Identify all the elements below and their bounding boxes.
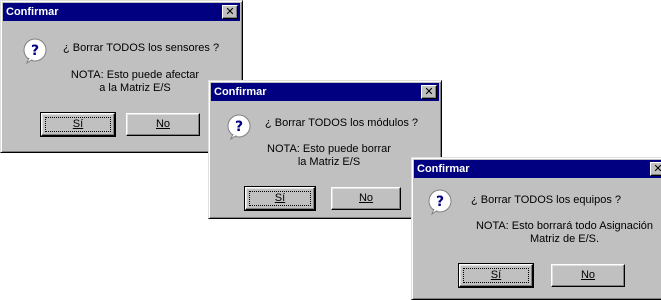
dialog-title: Confirmar [6,6,59,18]
dialog-titlebar[interactable]: Confirmar ✕ [211,83,439,101]
question-icon: ? [428,189,452,216]
question-icon: ? [227,114,251,141]
svg-text:?: ? [436,194,444,210]
svg-text:?: ? [31,43,39,59]
close-icon: ✕ [653,162,661,175]
no-button[interactable]: No [126,113,200,136]
dialog-titlebar[interactable]: Confirmar ✕ [414,160,661,178]
question-icon: ? [23,38,47,65]
close-button[interactable]: ✕ [650,162,661,176]
yes-button[interactable]: Sí [40,112,116,137]
close-icon: ✕ [424,85,434,98]
note-line-2: a la Matriz E/S [99,82,171,94]
close-button[interactable]: ✕ [421,85,437,99]
no-button[interactable]: No [331,187,401,210]
note-line-1: NOTA: Esto borrará todo Asignación [475,220,654,232]
confirm-dialog-equipment: Confirmar ✕ ? ¿ Borrar TODOS los equipos… [411,157,661,300]
note-line-2: la Matriz E/S [297,156,361,168]
note-line-1: NOTA: Esto puede afectar [70,69,200,81]
yes-button[interactable]: Sí [244,186,316,211]
note-line-2: Matriz de E/S. [529,233,600,245]
svg-text:?: ? [235,119,243,135]
no-button[interactable]: No [551,264,625,287]
dialog-titlebar[interactable]: Confirmar ✕ [3,3,240,21]
close-button[interactable]: ✕ [222,5,238,19]
note-line-1: NOTA: Esto puede borrar [267,143,391,155]
confirm-dialog-sensors: Confirmar ✕ ? ¿ Borrar TODOS los sensore… [0,0,243,153]
dialog-title: Confirmar [417,163,470,175]
yes-button[interactable]: Sí [458,263,534,288]
question-text: ¿ Borrar TODOS los sensores ? [63,42,220,54]
dialog-title: Confirmar [214,86,267,98]
question-text: ¿ Borrar TODOS los módulos ? [265,117,419,129]
close-icon: ✕ [225,5,235,18]
confirm-dialog-modules: Confirmar ✕ ? ¿ Borrar TODOS los módulos… [208,80,442,219]
question-text: ¿ Borrar TODOS los equipos ? [471,194,621,206]
